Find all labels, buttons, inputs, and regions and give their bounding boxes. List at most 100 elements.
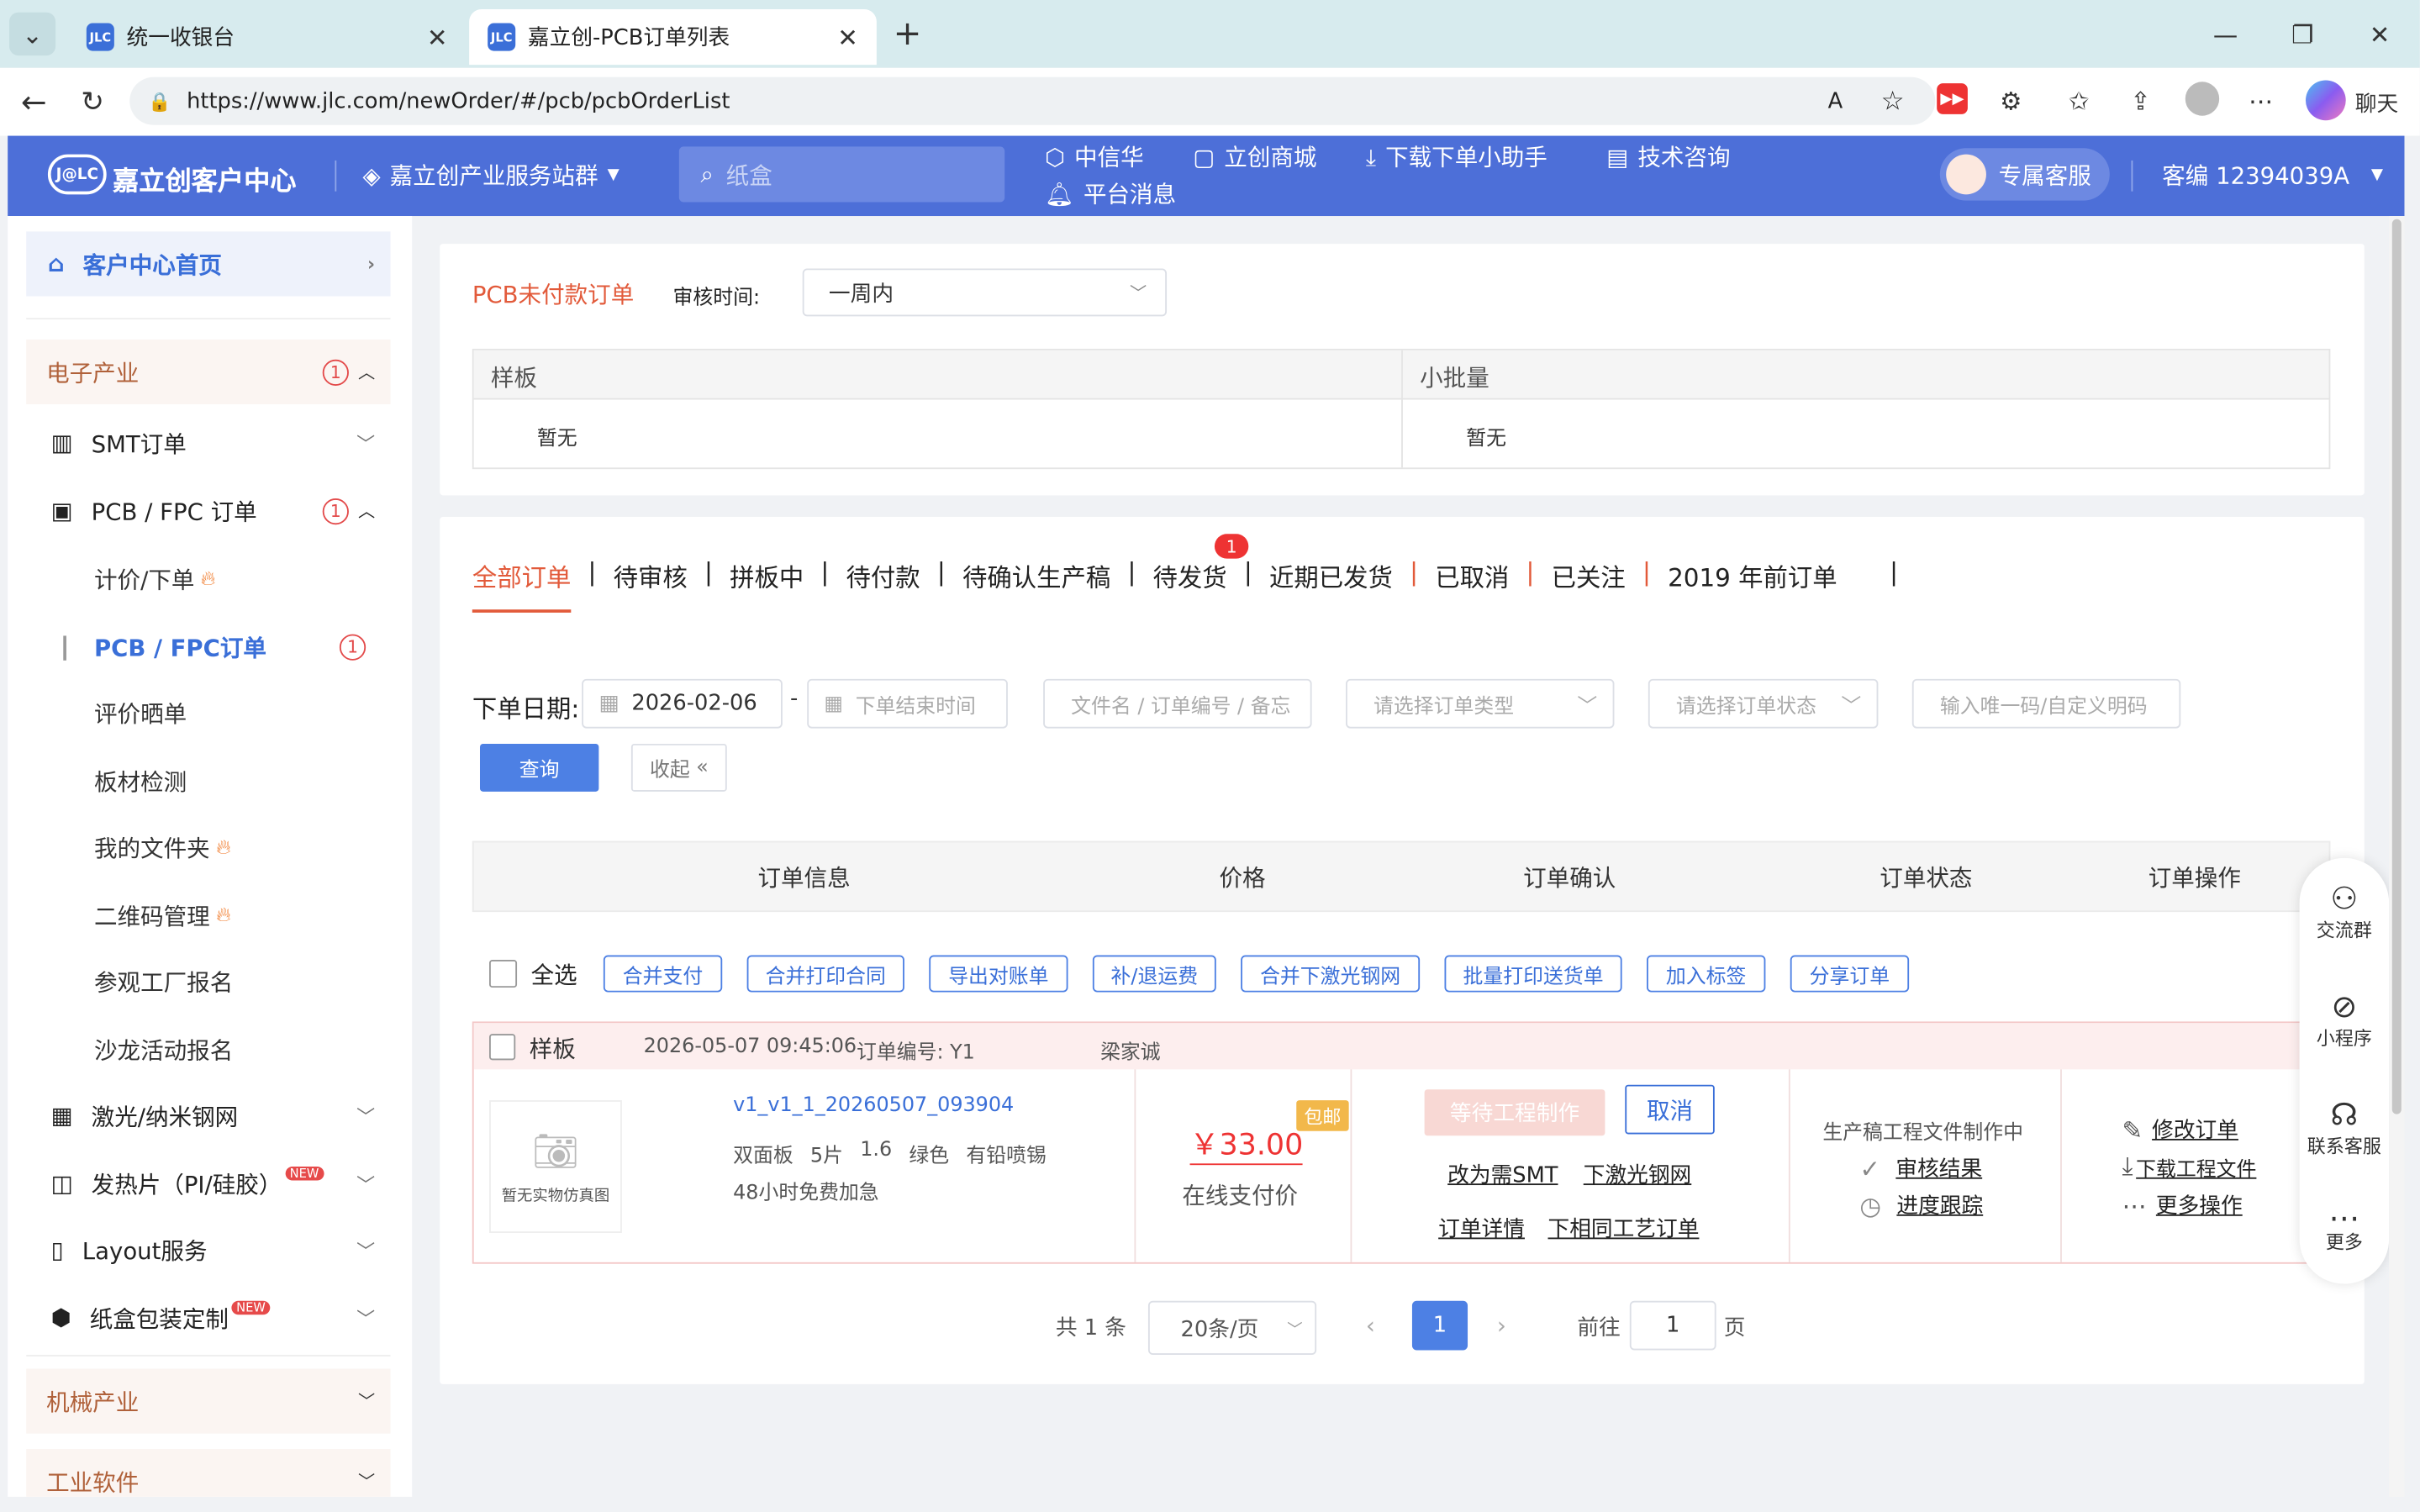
page-number[interactable]: 1 [1411,1300,1468,1351]
merge-laser-stencil-button[interactable]: 合并下激光钢网 [1241,955,1421,993]
tab-all-orders[interactable]: 全部订单 [472,557,572,613]
merge-print-contract-button[interactable]: 合并打印合同 [746,955,904,993]
sidebar-group-software[interactable]: 工业软件 ﹀ [26,1449,391,1497]
download-files-link[interactable]: ⤓ 下载工程文件 [2122,1151,2257,1183]
sidebar-sub-factory-visit[interactable]: 参观工厂报名 [94,951,233,1012]
sidebar-sub-pcb-orders[interactable]: PCB / FPC订单 1 [94,616,366,677]
sidebar-item-smt[interactable]: ▥ SMT订单 ﹀ [26,410,390,475]
tab-followed[interactable]: 已关注 [1552,557,1626,594]
copilot-icon[interactable] [2305,80,2346,121]
sidebar-item-layout[interactable]: ▯ Layout服务 ﹀ [26,1218,390,1283]
modify-order-link[interactable]: ✎ 修改订单 [2122,1114,2238,1146]
favorites-icon[interactable]: ✩ [2062,83,2096,117]
sidebar-home[interactable]: ⌂ 客户中心首页 › [26,231,391,297]
scrollbar-track[interactable] [2389,216,2405,1497]
back-icon[interactable]: ← [13,80,55,123]
tab-pending-review[interactable]: 待审核 [614,557,688,594]
shipping-fee-button[interactable]: 补/退运费 [1092,955,1216,993]
sidebar-group-mechanical[interactable]: 机械产业 ﹀ [26,1368,391,1434]
sidebar-sub-material[interactable]: 板材检测 [94,750,187,811]
next-page-icon[interactable]: › [1497,1312,1506,1340]
minimize-icon[interactable]: — [2204,13,2247,55]
sidebar-item-pcb[interactable]: ▣ PCB / FPC 订单 1 ︿ [26,478,390,543]
sidebar-sub-quote[interactable]: 计价/下单 🔥︎ [94,548,215,609]
mini-program-button[interactable]: ⊘ 小程序 [2300,988,2389,1051]
prev-page-icon[interactable]: ‹ [1366,1312,1375,1340]
same-process-order-link[interactable]: 下相同工艺订单 [1548,1213,1700,1244]
refresh-icon[interactable]: ↻ [71,80,113,123]
cancel-order-button[interactable]: 取消 [1625,1084,1715,1135]
tab-panelizing[interactable]: 拼板中 [730,557,804,594]
more-button[interactable]: ⋯ 更多 [2300,1202,2389,1255]
sidebar-group-electronics[interactable]: 电子产业 1 ︿ [26,339,391,405]
share-icon[interactable]: ⇪ [2123,83,2157,117]
sidebar-item-packaging[interactable]: ⬢ 纸盒包装定制 NEW ﹀ [26,1285,390,1350]
sidebar-item-laser-stencil[interactable]: ▦ 激光/纳米钢网 ﹀ [26,1083,390,1148]
sidebar-sub-folder[interactable]: 我的文件夹 🔥︎ [94,816,231,877]
tab-recently-shipped[interactable]: 近期已发货 [1269,557,1393,594]
share-order-button[interactable]: 分享订单 [1790,955,1910,993]
read-aloud-icon[interactable]: A [1828,89,1843,113]
profile-avatar[interactable] [2185,82,2220,116]
unique-code-input[interactable]: 输入唯一码/自定义明码 [1911,678,2181,729]
keyword-input[interactable]: 文件名 / 订单编号 / 备忘 [1043,678,1312,729]
link-zhongxinhua[interactable]: ⬡ 中信华 [1045,140,1144,173]
restore-icon[interactable]: ❐ [2281,13,2324,55]
station-dropdown[interactable]: ◈ 嘉立创产业服务站群 ▼ [362,159,619,192]
order-file-link[interactable]: v1_v1_1_20260507_093904 [733,1094,1014,1118]
url-bar[interactable]: 🔒 https://www.jlc.com/newOrder/#/pcb/pcb… [129,76,1936,125]
change-to-smt-link[interactable]: 改为需SMT [1447,1159,1558,1190]
collapse-button[interactable]: 收起 « [630,743,727,792]
scrollbar-thumb[interactable] [2391,219,2402,1114]
merge-pay-button[interactable]: 合并支付 [603,955,723,993]
more-actions-link[interactable]: ⋯ 更多操作 [2122,1190,2243,1221]
page-size-select[interactable]: 20条/页 ﹀ [1147,1300,1317,1356]
jlc-logo[interactable]: J@LC [47,154,107,195]
tab-pcb-orders[interactable]: JLC 嘉立创-PCB订单列表 ✕ [469,9,877,66]
order-checkbox[interactable] [489,1034,516,1061]
date-start-input[interactable]: ▦ 2026-02-06 [582,678,783,729]
sidebar-sub-qrcode[interactable]: 二维码管理 🔥︎ [94,884,231,946]
order-detail-link[interactable]: 订单详情 [1438,1213,1525,1244]
customer-dropdown[interactable]: 客编 12394039A ▼ [2162,159,2383,192]
close-icon[interactable]: ✕ [837,23,858,52]
sidebar-item-heater[interactable]: ◫ 发热片（PI/硅胶） NEW ﹀ [26,1151,390,1216]
extension-video-icon[interactable]: ▶▶ [1937,83,1968,114]
export-statement-button[interactable]: 导出对账单 [929,955,1068,993]
add-tag-button[interactable]: 加入标签 [1647,955,1766,993]
tab-checkout[interactable]: JLC 统一收银台 ✕ [68,9,467,65]
order-status-select[interactable]: 请选择订单状态 ﹀ [1648,678,1879,729]
laser-stencil-link[interactable]: 下激光钢网 [1584,1159,1692,1190]
link-platform-messages[interactable]: 🔔︎ 平台消息 [1045,177,1176,210]
tab-cancelled[interactable]: 已取消 [1435,557,1509,594]
service-button[interactable]: 专属客服 [1939,148,2110,201]
search-input[interactable]: ⌕ 纸盒 [678,146,1005,203]
sidebar-sub-review[interactable]: 评价晒单 [94,682,187,744]
link-tech-consult[interactable]: ▤ 技术咨询 [1606,140,1730,173]
tab-pre-2019[interactable]: 2019 年前订单 [1668,557,1837,594]
tab-confirm-draft[interactable]: 待确认生产稿 [962,557,1110,594]
contact-service-button[interactable]: ☊ 联系客服 [2300,1096,2389,1159]
order-type-select[interactable]: 请选择订单类型 ﹀ [1345,678,1615,729]
favorite-star-icon[interactable]: ☆ [1881,86,1905,117]
sidebar-sub-salon[interactable]: 沙龙活动报名 [94,1019,233,1080]
query-button[interactable]: 查询 [479,743,599,792]
progress-track-link[interactable]: ◷ 进度跟踪 [1859,1190,1983,1221]
review-time-select[interactable]: 一周内 ﹀ [802,268,1168,317]
batch-print-delivery-button[interactable]: 批量打印送货单 [1444,955,1622,993]
more-menu-icon[interactable]: ⋯ [2244,83,2278,117]
tab-list-icon[interactable]: ⌄ [9,12,56,56]
extensions-icon[interactable]: ⚙ [1994,83,2027,117]
select-all-checkbox[interactable] [489,959,518,988]
tab-pending-shipment[interactable]: 待发货 1 [1153,534,1249,594]
site-title[interactable]: 嘉立创客户中心 [113,159,296,198]
goto-page-input[interactable]: 1 [1629,1300,1716,1351]
chat-label[interactable]: 聊天 [2355,88,2398,119]
date-end-input[interactable]: ▦ 下单结束时间 [807,678,1008,729]
close-window-icon[interactable]: ✕ [2358,13,2401,55]
waiting-engineering-button[interactable]: 等待工程制作 [1424,1089,1605,1136]
new-tab-icon[interactable]: + [886,13,929,55]
link-mall[interactable]: ▢ 立创商城 [1193,140,1316,173]
community-button[interactable]: ⚇ 交流群 [2300,880,2389,943]
close-icon[interactable]: ✕ [427,23,448,52]
